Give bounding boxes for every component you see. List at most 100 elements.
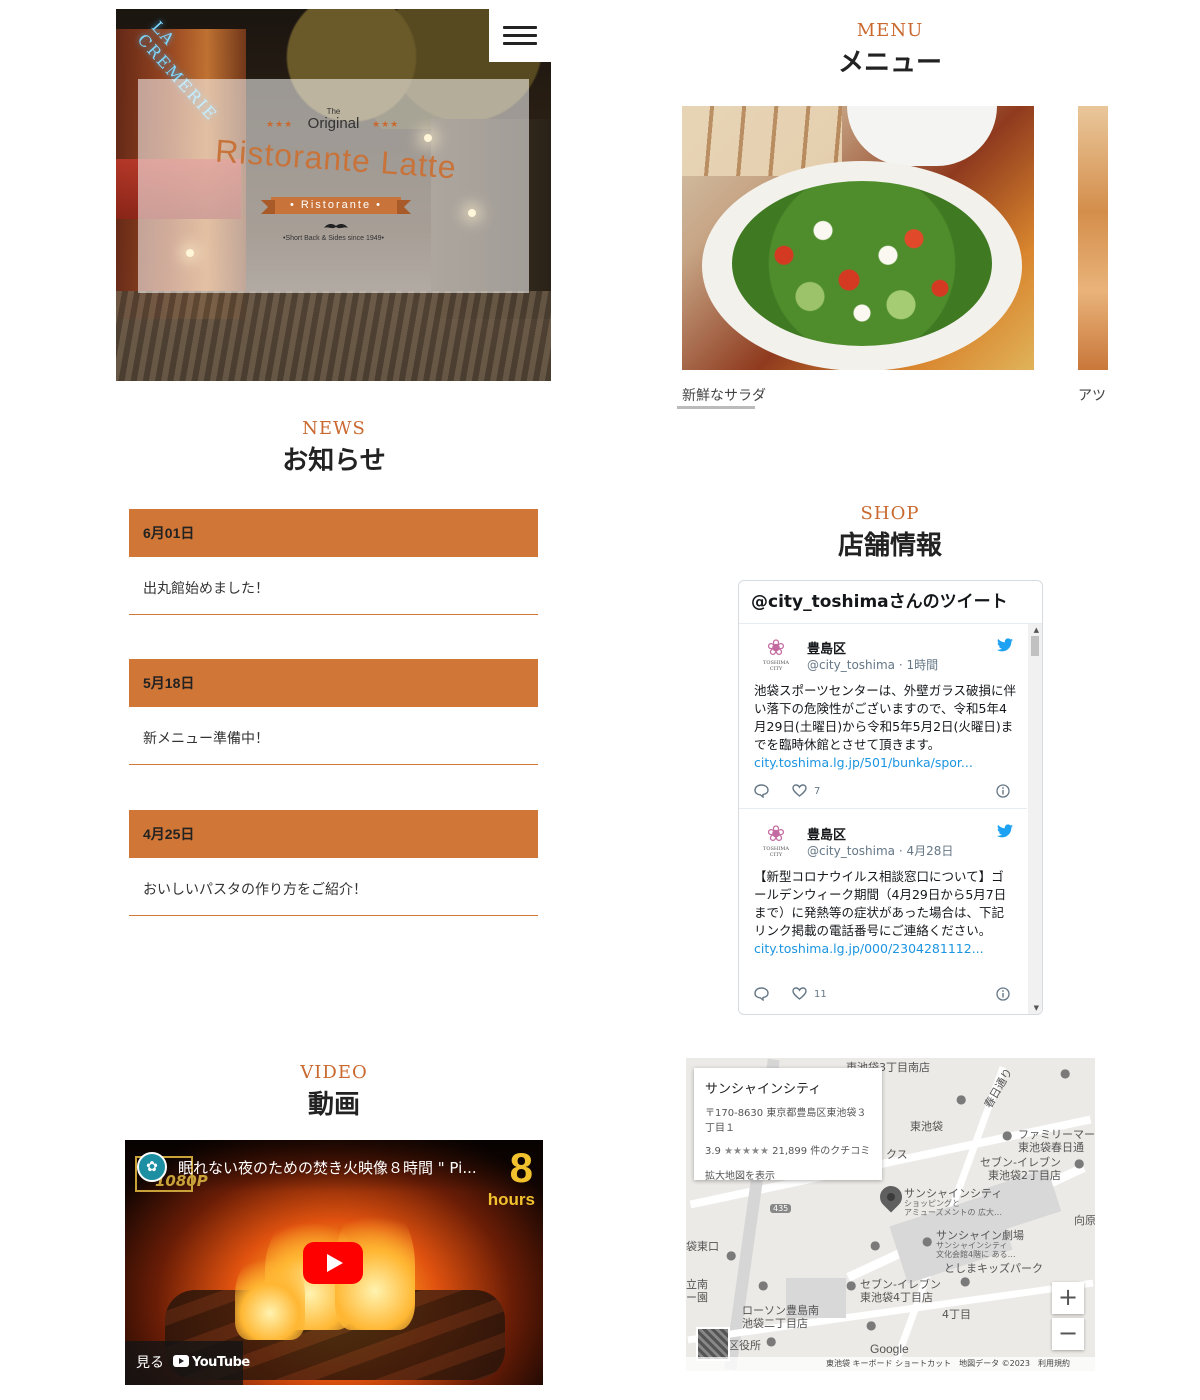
location-pin-icon[interactable] xyxy=(875,1181,907,1213)
youtube-video-embed[interactable]: 1080P ✿ 眠れない夜のための焚き火映像８時間 " Pi... 8 hour… xyxy=(125,1140,543,1385)
heart-icon[interactable] xyxy=(792,784,807,800)
shop-pin-icon[interactable]: ● xyxy=(846,1278,856,1292)
play-button[interactable] xyxy=(303,1242,363,1284)
shop-pin-icon[interactable]: ● xyxy=(726,1248,736,1262)
restaurant-logo: The Original ★★★ ★★★ Ristorante Latte • … xyxy=(138,79,529,293)
like-count: 7 xyxy=(814,786,821,797)
shop-pin-icon[interactable]: ● xyxy=(758,1278,768,1292)
news-text[interactable]: 出丸館始めました！ xyxy=(129,557,538,615)
map-label[interactable]: としまキッズパーク xyxy=(944,1260,1043,1276)
map-label[interactable]: 東池袋4丁目店 xyxy=(860,1289,933,1305)
scrollbar-thumb[interactable] xyxy=(1031,636,1039,656)
logo-ribbon: • Ristorante • xyxy=(261,197,411,214)
logo-original: Original xyxy=(307,115,360,132)
tweet-link[interactable]: city.toshima.lg.jp/501/bunka/spor... xyxy=(754,754,1016,772)
logo-tagline: •Short Back & Sides since 1949• xyxy=(282,235,384,242)
map-label: アミューズメントの 広大… xyxy=(904,1208,1002,1217)
tweet[interactable]: ❀ TOSHIMA CITY 豊島区 @city_toshima · 1時間 池… xyxy=(739,624,1027,809)
logo-stars-right: ★★★ xyxy=(372,120,400,130)
tweet-link[interactable]: city.toshima.lg.jp/000/2304281112... xyxy=(754,940,1016,958)
map-label[interactable]: 東池袋 xyxy=(910,1118,943,1134)
news-heading-ja: お知らせ xyxy=(282,446,386,476)
youtube-wordmark: YouTube xyxy=(192,1355,250,1370)
place-name[interactable]: サンシャインシティ xyxy=(705,1078,871,1097)
tweet[interactable]: ❀ TOSHIMA CITY 豊島区 @city_toshima · 4月28日… xyxy=(739,810,1027,1014)
timeline-scrollbar[interactable]: ▲ ▼ xyxy=(1028,624,1042,1014)
tweet-author-name[interactable]: 豊島区 xyxy=(807,638,846,657)
menu-item-image-salad[interactable] xyxy=(682,106,1034,370)
news-item[interactable]: 6月01日 出丸館始めました！ xyxy=(129,509,538,615)
place-pin-icon[interactable]: ● xyxy=(922,1234,932,1248)
news-date: 4月25日 xyxy=(129,810,538,858)
tweet-text: 【新型コロナウイルス相談窓口について】ゴールデンウィーク期間（4月29日から5月… xyxy=(754,868,1016,958)
like-count: 11 xyxy=(814,989,827,1000)
logo-name: Ristorante Latte xyxy=(214,132,458,186)
hours-number: 8 xyxy=(509,1144,533,1191)
shop-pin-icon[interactable]: ● xyxy=(870,1238,880,1252)
menu-item-label-next[interactable]: アツ xyxy=(1078,385,1108,405)
reply-icon[interactable] xyxy=(754,987,769,1004)
watch-on-youtube-button[interactable]: 見る YouTube xyxy=(125,1341,250,1385)
avatar[interactable]: ❀ TOSHIMA CITY xyxy=(761,638,791,674)
map-footer[interactable]: 東池袋 キーボード ショートカット 地図データ ©2023 利用規約 xyxy=(686,1357,1095,1371)
avatar-text: TOSHIMA CITY xyxy=(763,846,789,858)
hamburger-icon-bar xyxy=(503,34,537,37)
carousel-active-indicator xyxy=(677,406,755,409)
news-item[interactable]: 4月25日 おいしいパスタの作り方をご紹介！ xyxy=(129,810,538,916)
shop-pin-icon[interactable]: ● xyxy=(1074,1156,1084,1170)
heart-icon[interactable] xyxy=(792,987,807,1003)
reply-icon[interactable] xyxy=(754,784,769,801)
youtube-logo-icon xyxy=(173,1355,189,1367)
avatar[interactable]: ❀ TOSHIMA CITY xyxy=(761,824,791,860)
twitter-timeline-header[interactable]: @city_toshimaさんのツイート xyxy=(739,581,1042,624)
map-label: 袋東口 xyxy=(686,1240,719,1253)
google-map-embed[interactable]: 東池袋3丁目南店 東池袋 春日通り ファミリーマー 東池袋春日通 セブン-イレブ… xyxy=(686,1058,1095,1371)
rating-stars-icon: ★★★★★ xyxy=(724,1146,769,1157)
menu-item-label-salad[interactable]: 新鮮なサラダ xyxy=(682,385,766,405)
map-label: 春日通り xyxy=(981,1065,1016,1111)
place-pin-icon[interactable]: ● xyxy=(960,1274,970,1288)
shop-pin-icon[interactable]: ● xyxy=(1002,1128,1012,1142)
map-label[interactable]: 東池袋春日通 xyxy=(1018,1139,1084,1155)
tweet-actions: 11 xyxy=(754,987,1016,1003)
satellite-view-toggle[interactable] xyxy=(696,1327,730,1361)
menu-item-image-next[interactable] xyxy=(1078,106,1108,370)
map-label[interactable]: 東池袋2丁目店 xyxy=(988,1167,1061,1183)
place-pin-icon[interactable]: ● xyxy=(766,1334,776,1348)
dip-bowl xyxy=(847,106,997,166)
watch-label: 見る xyxy=(136,1355,164,1371)
scroll-down-arrow-icon[interactable]: ▼ xyxy=(1034,1004,1039,1012)
map-label[interactable]: 池袋二丁目店 xyxy=(742,1315,808,1331)
place-pin-icon[interactable]: ● xyxy=(956,1092,966,1106)
news-date: 5月18日 xyxy=(129,659,538,707)
map-label: クス xyxy=(886,1148,908,1161)
review-count[interactable]: 21,899 件のクチコミ xyxy=(772,1146,870,1157)
twitter-timeline-widget[interactable]: @city_toshimaさんのツイート ❀ TOSHIMA CITY 豊島区 … xyxy=(738,580,1043,1015)
zoom-out-button[interactable]: − xyxy=(1052,1318,1084,1350)
fresh-salad xyxy=(732,181,992,346)
tweet-author-name[interactable]: 豊島区 xyxy=(807,824,846,843)
hamburger-icon-bar xyxy=(503,26,537,29)
view-larger-map-link[interactable]: 拡大地図を表示 xyxy=(705,1167,871,1182)
info-icon[interactable] xyxy=(996,987,1010,1004)
tweet-author-handle[interactable]: @city_toshima · 1時間 xyxy=(807,656,938,673)
scroll-up-arrow-icon[interactable]: ▲ xyxy=(1034,626,1039,634)
hamburger-menu-button[interactable] xyxy=(489,9,551,62)
hero-image: LA CREMERIE The Original ★★★ ★★★ Ristora… xyxy=(116,9,551,381)
twitter-bird-icon[interactable] xyxy=(997,824,1013,842)
shop-pin-icon[interactable]: ● xyxy=(866,1318,876,1332)
twitter-bird-icon[interactable] xyxy=(997,638,1013,656)
map-label[interactable]: 区役所 xyxy=(728,1337,761,1353)
zoom-in-button[interactable]: + xyxy=(1052,1282,1084,1314)
info-icon[interactable] xyxy=(996,784,1010,801)
shop-pin-icon[interactable]: ● xyxy=(1060,1066,1070,1080)
news-heading-en: NEWS xyxy=(302,418,366,439)
news-text[interactable]: おいしいパスタの作り方をご紹介！ xyxy=(129,858,538,916)
news-item[interactable]: 5月18日 新メニュー準備中！ xyxy=(129,659,538,765)
mustache-icon xyxy=(324,220,348,234)
video-title[interactable]: 眠れない夜のための焚き火映像８時間 " Pi... xyxy=(178,1157,488,1178)
tweet-body: 池袋スポーツセンターは、外壁ガラス破損に伴い落下の危険性がございますので、令和5… xyxy=(754,683,1017,752)
channel-avatar-icon[interactable]: ✿ xyxy=(137,1152,167,1182)
news-text[interactable]: 新メニュー準備中！ xyxy=(129,707,538,765)
tweet-author-handle[interactable]: @city_toshima · 4月28日 xyxy=(807,842,953,859)
